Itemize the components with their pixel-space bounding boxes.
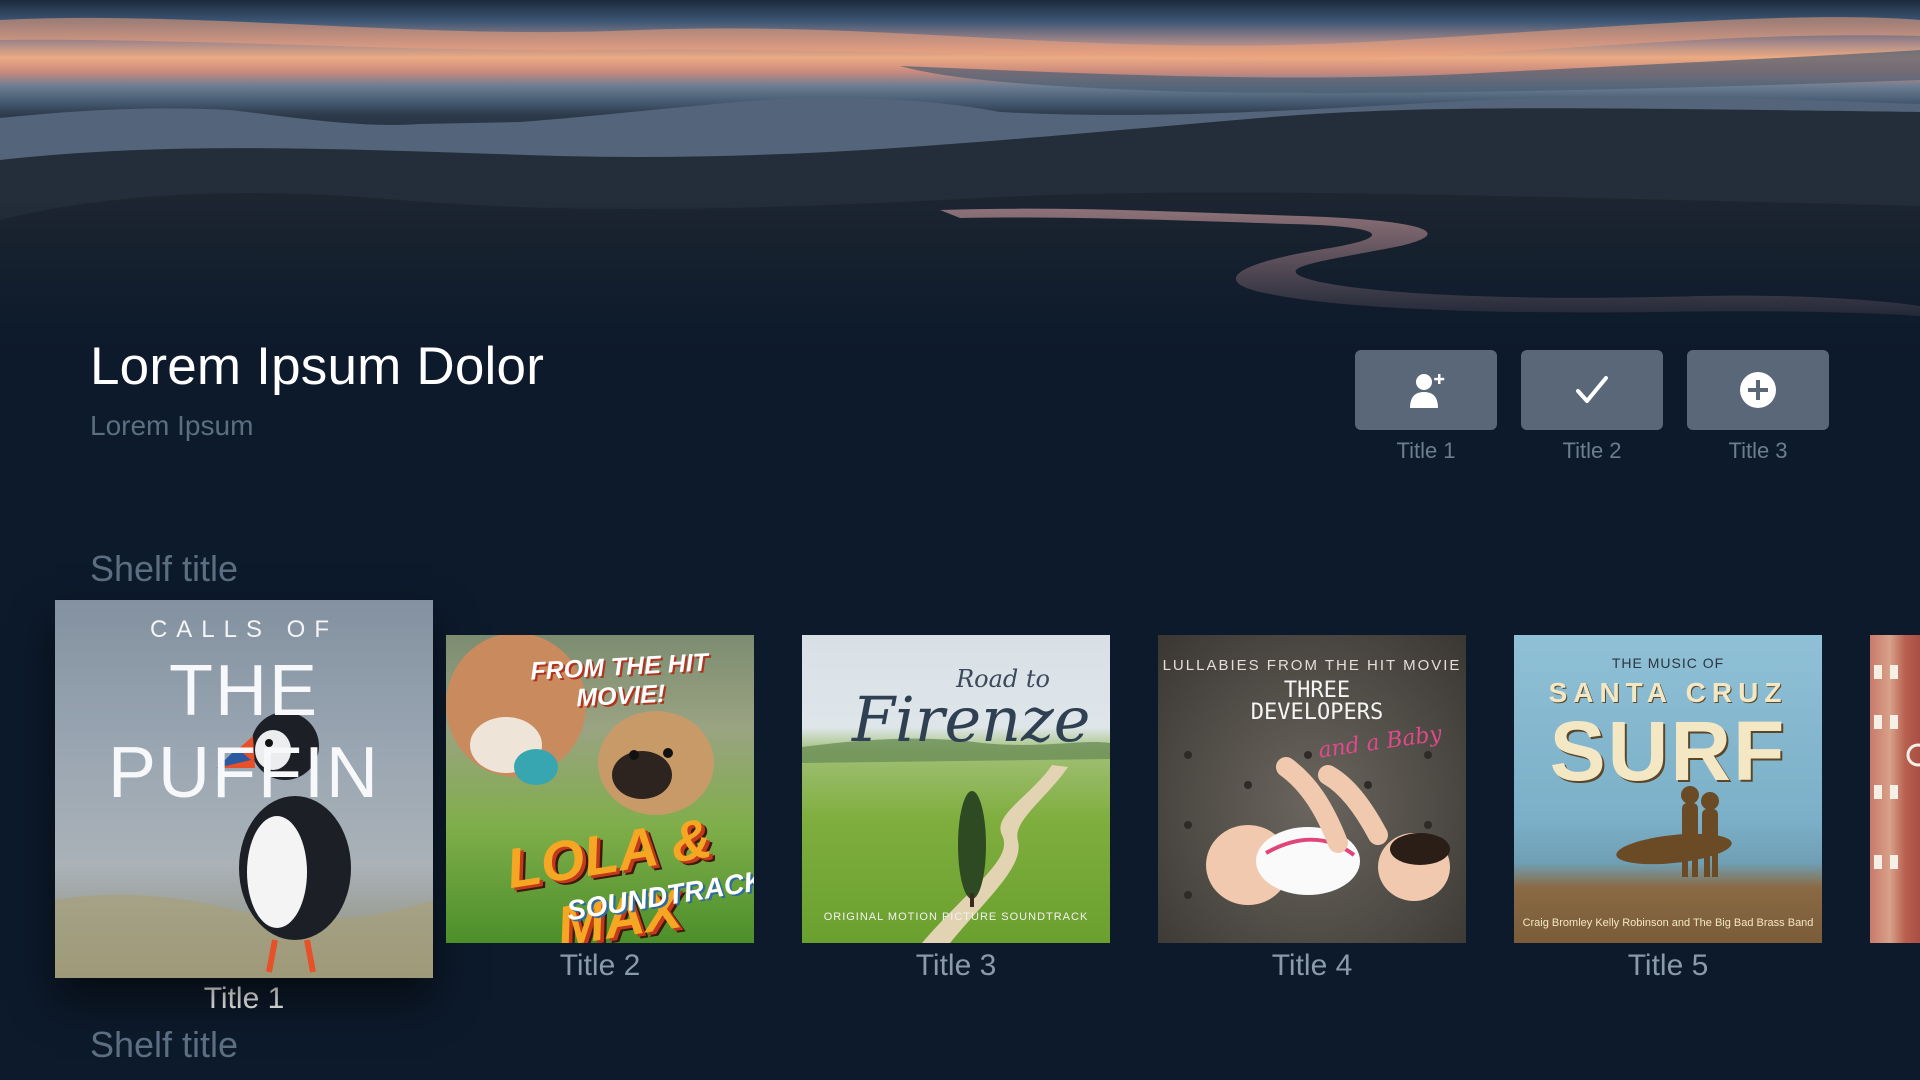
shelf-title: Shelf title: [90, 548, 239, 589]
add-person-icon: [1410, 374, 1445, 408]
hero-image: [0, 0, 1920, 360]
action-button-1-label: Title 1: [1396, 438, 1456, 463]
shelf-item-1-title: Title 1: [203, 982, 285, 1015]
album-art-6[interactable]: [1870, 635, 1920, 943]
hero-gradient-overlay: [0, 0, 1920, 360]
action-button-3-surface[interactable]: [1687, 350, 1829, 430]
action-button-2-label: Title 2: [1562, 438, 1622, 463]
action-button-3[interactable]: Title 3: [1687, 350, 1829, 464]
album-art-3-line-3: ORIGINAL MOTION PICTURE SOUNDTRACK: [823, 911, 1089, 923]
shelf-item-2-title: Title 2: [559, 949, 641, 982]
shelf-item-5[interactable]: THE MUSIC OF SANTA CRUZ SURF Craig Broml…: [1514, 635, 1822, 983]
album-art-5-line-3: SURF: [1549, 704, 1787, 798]
shelf-item-2[interactable]: FROM THE HIT MOVIE! LOLA & MAX SOUNDTRAC…: [446, 635, 754, 983]
shelf-item-3-title: Title 3: [915, 949, 997, 982]
album-art-4-line-1: LULLABIES FROM THE HIT MOVIE: [1162, 657, 1462, 674]
album-art-5-line-1: THE MUSIC OF: [1611, 655, 1725, 671]
album-art-1-line-1: CALLS OF: [149, 616, 339, 643]
checkmark-icon: [1576, 376, 1608, 403]
page-title: Lorem Ipsum Dolor: [90, 337, 545, 396]
album-art-4[interactable]: LULLABIES FROM THE HIT MOVIE THREE DEVEL…: [1158, 635, 1466, 943]
shelf-title-2: Shelf title: [90, 1024, 239, 1065]
shelf-item-6-partial[interactable]: [1870, 635, 1920, 943]
album-art-4-line-2: THREE DEVELOPERS: [1250, 678, 1384, 725]
album-art-3-line-2: Firenze: [852, 683, 1091, 756]
shelf-item-4[interactable]: LULLABIES FROM THE HIT MOVIE THREE DEVEL…: [1158, 635, 1466, 983]
action-button-3-label: Title 3: [1728, 438, 1788, 463]
action-button-1-surface[interactable]: [1355, 350, 1497, 430]
shelf-item-3[interactable]: Road to Firenze ORIGINAL MOTION PICTURE …: [802, 635, 1110, 983]
page-subtitle: Lorem Ipsum: [90, 410, 254, 441]
album-art-2[interactable]: FROM THE HIT MOVIE! LOLA & MAX SOUNDTRAC…: [446, 635, 754, 943]
action-button-2-surface[interactable]: [1521, 350, 1663, 430]
album-art-3[interactable]: Road to Firenze ORIGINAL MOTION PICTURE …: [802, 635, 1110, 943]
action-button-1[interactable]: Title 1: [1355, 350, 1497, 464]
album-art-1[interactable]: CALLS OF THE PUFFIN: [55, 600, 433, 978]
plus-circle-icon: [1740, 372, 1776, 408]
shelf-item-4-title: Title 4: [1271, 949, 1353, 982]
action-button-2[interactable]: Title 2: [1521, 350, 1663, 464]
shelf-item-5-title: Title 5: [1627, 949, 1709, 982]
album-art-1-line-2: THE PUFFIN: [108, 651, 380, 813]
album-art-5[interactable]: THE MUSIC OF SANTA CRUZ SURF Craig Broml…: [1514, 635, 1822, 943]
album-art-5-line-4: Craig Bromley Kelly Robinson and The Big…: [1522, 917, 1814, 929]
shelf-item-1[interactable]: CALLS OF THE PUFFIN Title 1: [55, 600, 433, 1016]
buildings-illustration: [1874, 665, 1920, 869]
